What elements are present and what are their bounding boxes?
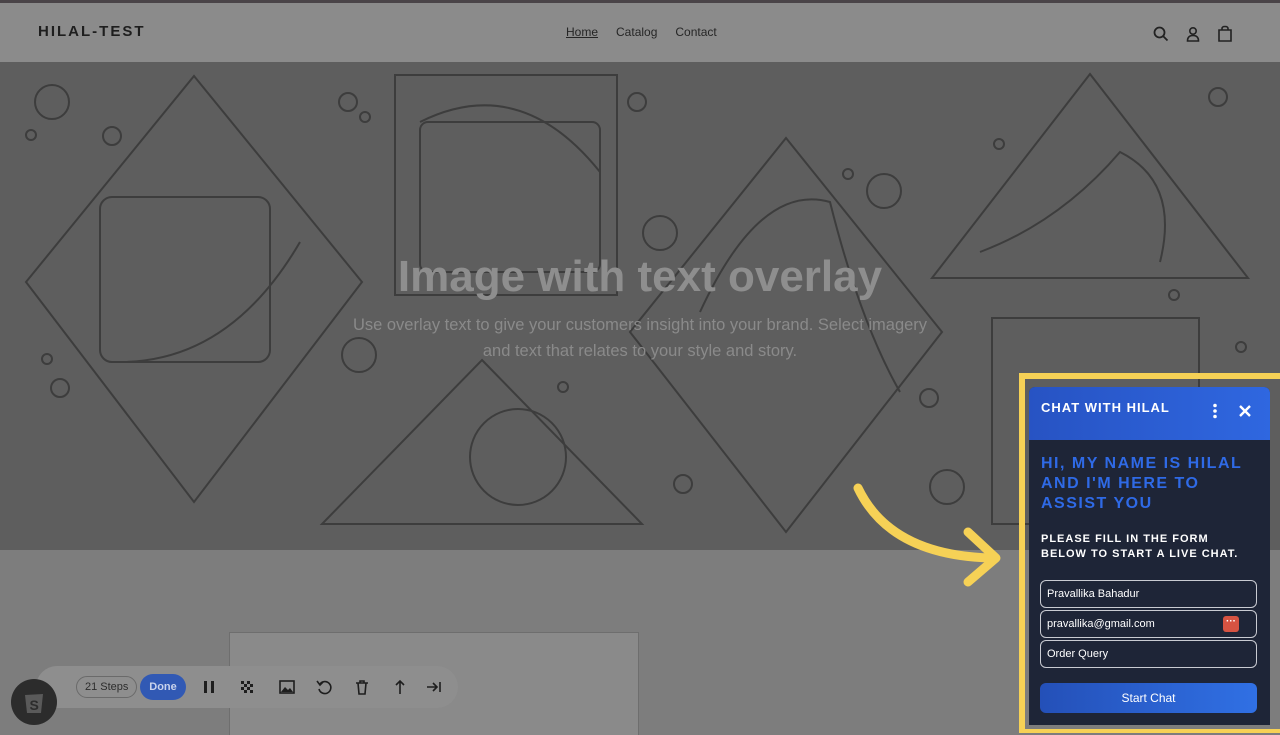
search-icon[interactable]: [1152, 25, 1170, 43]
chat-header: CHAT WITH HILAL: [1029, 387, 1270, 440]
pointer-arrow: [853, 483, 1001, 587]
pause-icon[interactable]: [200, 678, 218, 696]
chat-title: CHAT WITH HILAL: [1041, 400, 1170, 415]
shopify-icon[interactable]: S: [11, 679, 57, 725]
hero-subtitle: Use overlay text to give your customers …: [352, 316, 928, 360]
name-field[interactable]: [1040, 580, 1257, 608]
undo-icon[interactable]: [315, 678, 333, 696]
start-chat-button[interactable]: Start Chat: [1040, 683, 1257, 713]
trash-icon[interactable]: [353, 678, 371, 696]
svg-text:S: S: [30, 697, 39, 713]
site-header: HILAL-TEST Home Catalog Contact: [0, 0, 1280, 62]
recording-toolbar: 21 Steps Done: [36, 666, 458, 708]
chat-widget: CHAT WITH HILAL HI, MY NAME IS HILAL AND…: [1029, 387, 1270, 725]
steps-counter[interactable]: 21 Steps: [76, 676, 138, 698]
skip-to-end-icon[interactable]: [425, 678, 443, 696]
nav-home[interactable]: Home: [566, 25, 598, 39]
account-icon[interactable]: [1184, 25, 1202, 43]
blur-icon[interactable]: [238, 678, 256, 696]
main-nav: Home Catalog Contact: [566, 25, 717, 39]
cart-icon[interactable]: [1216, 25, 1234, 43]
close-icon[interactable]: [1238, 403, 1252, 419]
image-icon[interactable]: [278, 678, 296, 696]
more-options-icon[interactable]: [1209, 403, 1221, 419]
header-icons: [1152, 25, 1234, 43]
nav-contact[interactable]: Contact: [675, 25, 716, 39]
hero-title: Image with text overlay: [397, 252, 883, 301]
done-button[interactable]: Done: [140, 674, 186, 700]
nav-catalog[interactable]: Catalog: [616, 25, 657, 39]
password-manager-icon[interactable]: ···: [1223, 616, 1239, 632]
branch-icon[interactable]: [391, 678, 409, 696]
brand-logo[interactable]: HILAL-TEST: [38, 23, 146, 40]
query-field[interactable]: [1040, 640, 1257, 668]
chat-instructions: PLEASE FILL IN THE FORM BELOW TO START A…: [1041, 533, 1239, 560]
chat-greeting: HI, MY NAME IS HILAL AND I'M HERE TO ASS…: [1041, 455, 1242, 512]
